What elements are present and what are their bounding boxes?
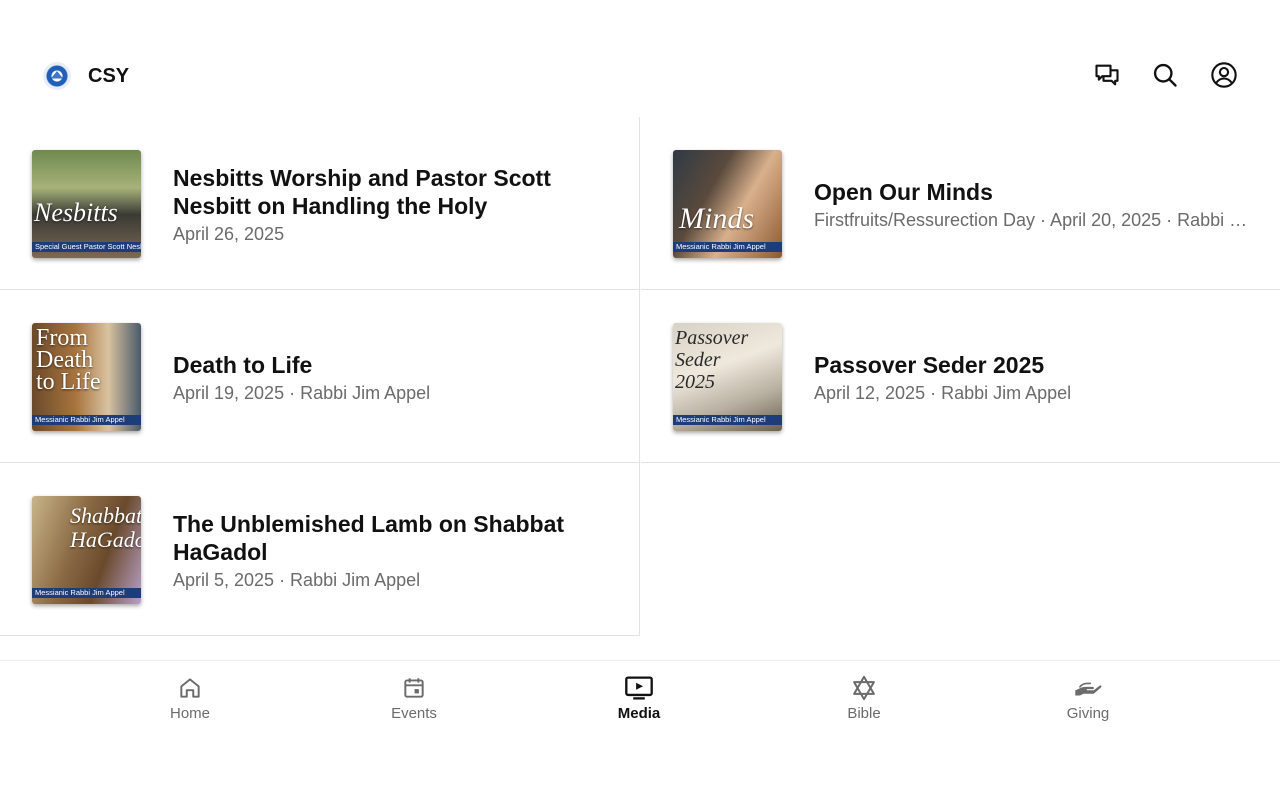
thumbnail-title-text: Nesbitts [34, 198, 118, 227]
media-item[interactable]: Passover Seder 2025 Messianic Rabbi Jim … [641, 290, 1280, 463]
thumbnail-title-text: Shabbat HaGadol [70, 503, 141, 552]
nav-item-media[interactable]: Media [579, 673, 699, 722]
app-title: CSY [88, 65, 130, 87]
media-subtitle: April 19, 2025 · Rabbi Jim Appel [173, 383, 431, 403]
account-icon[interactable] [1209, 60, 1239, 90]
nav-item-home[interactable]: Home [130, 673, 250, 722]
media-thumbnail: From Death to Life Messianic Rabbi Jim A… [32, 323, 141, 431]
nav-label: Home [169, 705, 210, 722]
media-title: Death to Life [173, 352, 313, 378]
media-title: The Unblemished Lamb on Shabbat HaGadol [173, 511, 565, 565]
media-item[interactable]: From Death to Life Messianic Rabbi Jim A… [0, 290, 640, 463]
nav-item-giving[interactable]: Giving [1028, 673, 1148, 722]
star-of-david-icon [849, 673, 879, 703]
search-icon[interactable] [1150, 60, 1180, 90]
media-subtitle: April 26, 2025 [173, 224, 285, 244]
thumbnail-caption: Messianic Rabbi Jim Appel [32, 415, 141, 425]
media-subtitle: April 5, 2025 · Rabbi Jim Appel [173, 570, 421, 590]
nav-label: Events [391, 705, 437, 722]
thumbnail-title-text: Passover Seder 2025 [675, 327, 749, 393]
media-item[interactable]: Nesbitts Special Guest Pastor Scott Nesb… [0, 117, 640, 290]
church-logo-icon[interactable] [43, 62, 71, 90]
thumbnail-caption: Messianic Rabbi Jim Appel [673, 242, 782, 252]
nav-label: Bible [847, 705, 881, 722]
thumbnail-title-text: Minds [679, 202, 754, 235]
nav-label: Giving [1066, 705, 1110, 722]
nav-label: Media [617, 705, 661, 722]
media-thumbnail: Shabbat HaGadol Messianic Rabbi Jim Appe… [32, 496, 141, 604]
chat-icon[interactable] [1092, 60, 1122, 90]
home-icon [175, 673, 205, 703]
media-subtitle: Firstfruits/Ressurection Day · April 20,… [814, 210, 1250, 230]
media-title: Passover Seder 2025 [814, 352, 1045, 378]
play-screen-icon [624, 673, 654, 703]
thumbnail-title-text: From Death to Life [36, 325, 101, 395]
media-subtitle: April 12, 2025 · Rabbi Jim Appel [814, 383, 1072, 403]
nav-item-bible[interactable]: Bible [804, 673, 924, 722]
bottom-navigation: Home Events Media Bible Giving [0, 660, 1280, 740]
media-thumbnail: Nesbitts Special Guest Pastor Scott Nesb… [32, 150, 141, 258]
giving-hand-icon [1073, 673, 1103, 703]
media-thumbnail: Passover Seder 2025 Messianic Rabbi Jim … [673, 323, 782, 431]
thumbnail-caption: Messianic Rabbi Jim Appel [673, 415, 782, 425]
thumbnail-caption: Messianic Rabbi Jim Appel [32, 588, 141, 598]
media-item[interactable]: Minds Messianic Rabbi Jim Appel Open Our… [641, 117, 1280, 290]
media-item[interactable]: Shabbat HaGadol Messianic Rabbi Jim Appe… [0, 463, 640, 636]
media-thumbnail: Minds Messianic Rabbi Jim Appel [673, 150, 782, 258]
media-title: Nesbitts Worship and Pastor Scott Nesbit… [173, 165, 551, 219]
thumbnail-caption: Special Guest Pastor Scott Nesbitt [32, 242, 141, 252]
media-title: Open Our Minds [814, 179, 993, 205]
calendar-icon [399, 673, 429, 703]
app-bar: CSY [0, 40, 1280, 110]
nav-item-events[interactable]: Events [354, 673, 474, 722]
